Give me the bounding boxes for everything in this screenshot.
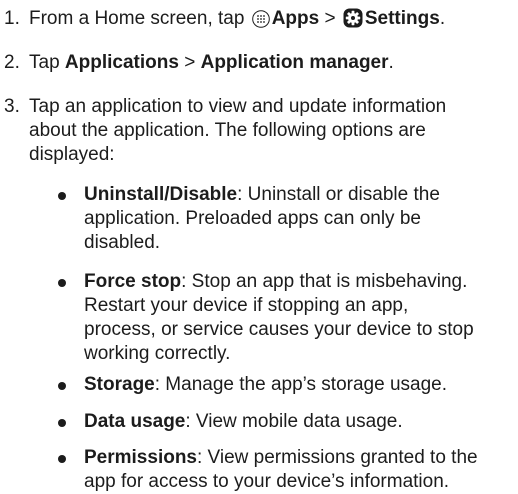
option-term: Force stop xyxy=(84,271,182,292)
option-term: Permissions xyxy=(84,447,197,468)
application-manager-label: Application manager xyxy=(200,52,389,73)
option-term: Uninstall/Disable xyxy=(84,184,238,205)
apps-grid-icon xyxy=(251,10,270,35)
bullet-dot xyxy=(58,279,66,287)
gear-icon xyxy=(343,8,363,35)
bullet-dot xyxy=(58,192,66,200)
step-prefix: From a Home screen, tap xyxy=(29,8,250,29)
option-term: Storage xyxy=(84,374,155,395)
apps-label: Apps xyxy=(271,8,320,29)
bullet-dot xyxy=(58,419,66,427)
bullet-dot xyxy=(58,455,66,463)
settings-label: Settings xyxy=(364,8,440,29)
step-number: 1. xyxy=(4,8,20,29)
applications-label: Applications xyxy=(64,52,179,73)
step-text: From a Home screen, tap Apps > Settings. xyxy=(29,7,516,35)
option-term: Data usage xyxy=(84,411,186,432)
instructions-page: 1. From a Home screen, tap Apps > Settin… xyxy=(0,0,518,492)
step-number: 2. xyxy=(4,52,20,73)
bullet-dot xyxy=(58,382,66,390)
step-text: Tap Applications > Application manager. xyxy=(29,52,394,73)
step-text: Tap an application to view and update in… xyxy=(29,96,447,165)
step-number: 3. xyxy=(4,96,20,117)
